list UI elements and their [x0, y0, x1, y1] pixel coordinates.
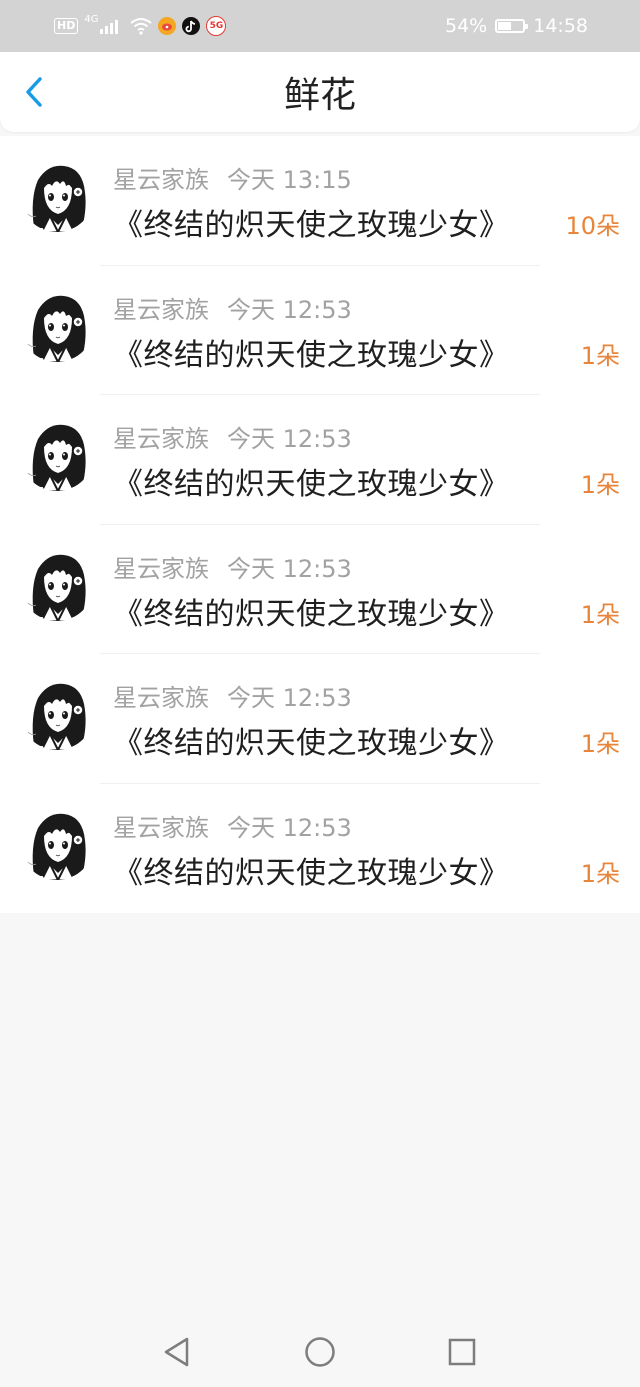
- wifi-icon: [130, 17, 153, 35]
- item-title: 《终结的炽天使之玫瑰少女》: [113, 208, 510, 243]
- sender-name: 星云家族: [113, 684, 209, 712]
- sender-name: 星云家族: [113, 813, 209, 842]
- item-meta: 星云家族 今天 13:15: [113, 160, 352, 195]
- avatar[interactable]: [20, 546, 94, 621]
- list-item[interactable]: 星云家族 今天 13:15 《终结的炽天使之玫瑰少女》 10朵: [0, 136, 640, 266]
- flower-count: 1朵: [580, 730, 620, 758]
- page-title: 鲜花: [283, 75, 356, 116]
- item-meta: 星云家族 今天 12:53: [113, 419, 352, 454]
- 5g-icon: 5G: [206, 16, 227, 36]
- nav-home-button[interactable]: [300, 1332, 340, 1372]
- hd-icon: HD: [54, 18, 79, 34]
- flower-count: 10朵: [565, 212, 620, 240]
- battery-icon: [495, 19, 529, 33]
- flower-count: 1朵: [580, 859, 620, 888]
- item-time: 今天 12:53: [227, 684, 352, 712]
- item-meta: 星云家族 今天 12:53: [113, 678, 352, 713]
- item-time: 今天 13:15: [227, 166, 352, 194]
- nav-back-button[interactable]: [157, 1332, 197, 1372]
- item-meta: 星云家族 今天 12:53: [113, 549, 352, 584]
- item-title: 《终结的炽天使之玫瑰少女》: [113, 596, 510, 632]
- status-bar: HD 4G 5G 54% 14:58: [0, 0, 640, 52]
- app-header: 鲜花: [0, 52, 640, 132]
- flower-count: 1朵: [580, 471, 620, 499]
- circle-home-icon: [305, 1337, 335, 1367]
- system-nav-bar: [0, 1316, 640, 1387]
- sender-name: 星云家族: [113, 295, 209, 324]
- flower-count: 1朵: [580, 600, 620, 629]
- item-time: 今天 12:53: [227, 813, 352, 842]
- flower-list: 星云家族 今天 13:15 《终结的炽天使之玫瑰少女》 10朵 星云家族 今天 12…: [0, 136, 640, 913]
- item-time: 今天 12:53: [227, 295, 352, 324]
- avatar[interactable]: [20, 417, 94, 491]
- square-recents-icon: [448, 1338, 476, 1366]
- network-type-label: 4G: [84, 13, 99, 25]
- item-meta: 星云家族 今天 12:53: [113, 808, 352, 843]
- anime-girl-avatar-icon: [20, 546, 94, 621]
- sender-name: 星云家族: [113, 554, 209, 583]
- avatar[interactable]: [20, 287, 94, 362]
- flower-count: 1朵: [580, 341, 620, 370]
- avatar[interactable]: [20, 158, 94, 232]
- item-title: 《终结的炽天使之玫瑰少女》: [113, 726, 510, 761]
- weibo-icon: [158, 17, 177, 35]
- battery-level-fill: [498, 22, 512, 30]
- list-item[interactable]: 星云家族 今天 12:53 《终结的炽天使之玫瑰少女》 1朵: [0, 266, 640, 395]
- anime-girl-avatar-icon: [20, 158, 94, 232]
- list-item[interactable]: 星云家族 今天 12:53 《终结的炽天使之玫瑰少女》 1朵: [0, 654, 640, 784]
- item-meta: 星云家族 今天 12:53: [113, 290, 352, 325]
- battery-percent: 54%: [445, 15, 488, 37]
- status-right: 54% 14:58: [445, 12, 588, 40]
- signal-icon: [100, 18, 119, 34]
- item-time: 今天 12:53: [227, 425, 352, 453]
- nav-recents-button[interactable]: [442, 1332, 482, 1372]
- list-item[interactable]: 星云家族 今天 12:53 《终结的炽天使之玫瑰少女》 1朵: [0, 525, 640, 654]
- sender-name: 星云家族: [113, 425, 209, 453]
- item-time: 今天 12:53: [227, 554, 352, 583]
- triangle-back-icon: [164, 1337, 189, 1367]
- list-item[interactable]: 星云家族 今天 12:53 《终结的炽天使之玫瑰少女》 1朵: [0, 784, 640, 914]
- item-title: 《终结的炽天使之玫瑰少女》: [113, 855, 510, 891]
- anime-girl-avatar-icon: [20, 287, 94, 362]
- avatar[interactable]: [20, 676, 94, 750]
- item-title: 《终结的炽天使之玫瑰少女》: [113, 467, 510, 502]
- status-left: HD 4G 5G: [54, 12, 227, 40]
- anime-girl-avatar-icon: [20, 417, 94, 491]
- sender-name: 星云家族: [113, 166, 209, 194]
- anime-girl-avatar-icon: [20, 805, 94, 880]
- tiktok-icon: [182, 17, 201, 35]
- anime-girl-avatar-icon: [20, 676, 94, 750]
- avatar[interactable]: [20, 805, 94, 880]
- list-item[interactable]: 星云家族 今天 12:53 《终结的炽天使之玫瑰少女》 1朵: [0, 395, 640, 525]
- item-title: 《终结的炽天使之玫瑰少女》: [113, 337, 510, 373]
- status-time: 14:58: [533, 15, 588, 37]
